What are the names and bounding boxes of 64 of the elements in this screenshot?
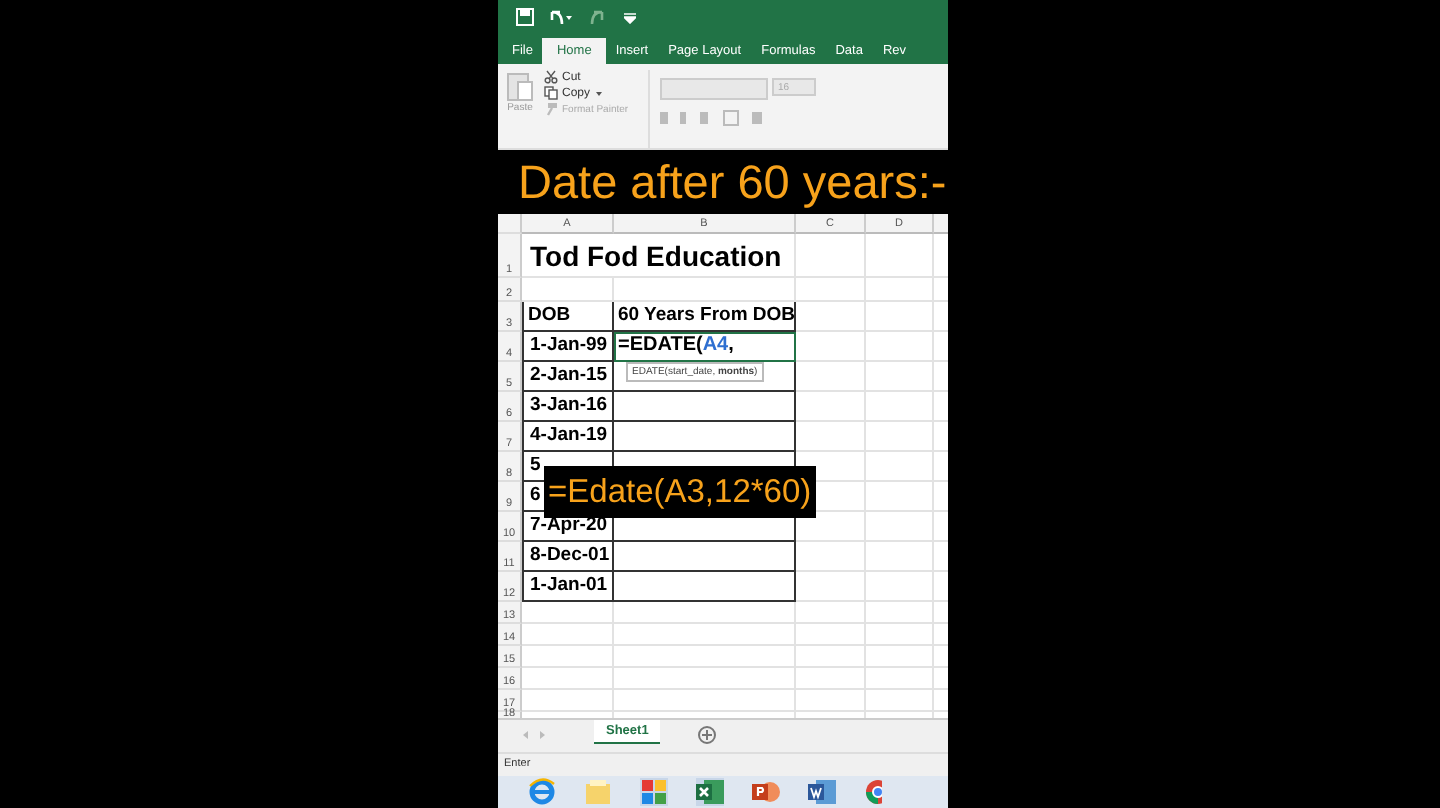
formula-caption: =Edate(A3,12*60) [544, 466, 816, 518]
table-cell: 60 Years From DOB [614, 302, 796, 332]
empty-cell [796, 572, 866, 602]
copy-icon [544, 86, 558, 100]
empty-cell [796, 542, 866, 572]
empty-cell [866, 690, 934, 712]
undo-icon[interactable] [548, 8, 572, 26]
browser-icon[interactable] [528, 778, 556, 806]
table-cell: 1-Jan-99 [522, 332, 614, 362]
empty-cell [796, 624, 866, 646]
store-icon[interactable] [640, 778, 668, 806]
table-cell [522, 668, 614, 690]
table-cell: DOB [522, 302, 614, 332]
empty-cell [796, 602, 866, 624]
table-cell [522, 646, 614, 668]
empty-cell [866, 482, 934, 512]
caret-icon [594, 88, 605, 98]
table-cell: 2-Jan-15 [522, 362, 614, 392]
empty-cell [866, 602, 934, 624]
empty-cell [796, 332, 866, 362]
empty-cell [866, 572, 934, 602]
empty-cell [796, 392, 866, 422]
table-cell: 4-Jan-19 [522, 422, 614, 452]
paintbrush-icon [544, 102, 558, 116]
empty-cell [796, 278, 866, 302]
empty-cell [796, 362, 866, 392]
add-sheet-icon[interactable] [698, 726, 717, 744]
document-app-icon[interactable] [808, 778, 836, 806]
empty-cell [796, 668, 866, 690]
spreadsheet-app-icon[interactable] [696, 778, 724, 806]
empty-cell [866, 542, 934, 572]
empty-cell [866, 624, 934, 646]
presentation-app-icon[interactable] [752, 778, 780, 806]
empty-cell [866, 422, 934, 452]
empty-cell [866, 512, 934, 542]
font-name-field[interactable] [660, 78, 768, 100]
table-cell [522, 602, 614, 624]
title-cell: Tod Fod Education [522, 234, 796, 278]
save-icon[interactable] [516, 8, 534, 26]
table-cell [522, 690, 614, 712]
table-cell [522, 624, 614, 646]
empty-cell [796, 646, 866, 668]
empty-cell [796, 234, 866, 278]
empty-cell [796, 302, 866, 332]
empty-cell [866, 362, 934, 392]
empty-cell [866, 332, 934, 362]
empty-cell [866, 302, 934, 332]
customize-icon[interactable] [624, 11, 636, 23]
empty-cell [866, 646, 934, 668]
chrome-icon[interactable] [864, 778, 882, 806]
empty-cell [866, 392, 934, 422]
empty-cell [796, 422, 866, 452]
table-cell: 3-Jan-16 [522, 392, 614, 422]
table-cell: 1-Jan-01 [522, 572, 614, 602]
empty-cell [866, 668, 934, 690]
table-cell [522, 278, 614, 302]
empty-cell [866, 452, 934, 482]
scissors-icon [544, 70, 558, 84]
empty-cell [866, 278, 934, 302]
table-cell: 8-Dec-01 [522, 542, 614, 572]
video-caption: Date after 60 years:- [498, 150, 948, 214]
empty-cell [866, 234, 934, 278]
empty-cell [796, 690, 866, 712]
sheet-scroll-icon[interactable] [522, 730, 546, 740]
